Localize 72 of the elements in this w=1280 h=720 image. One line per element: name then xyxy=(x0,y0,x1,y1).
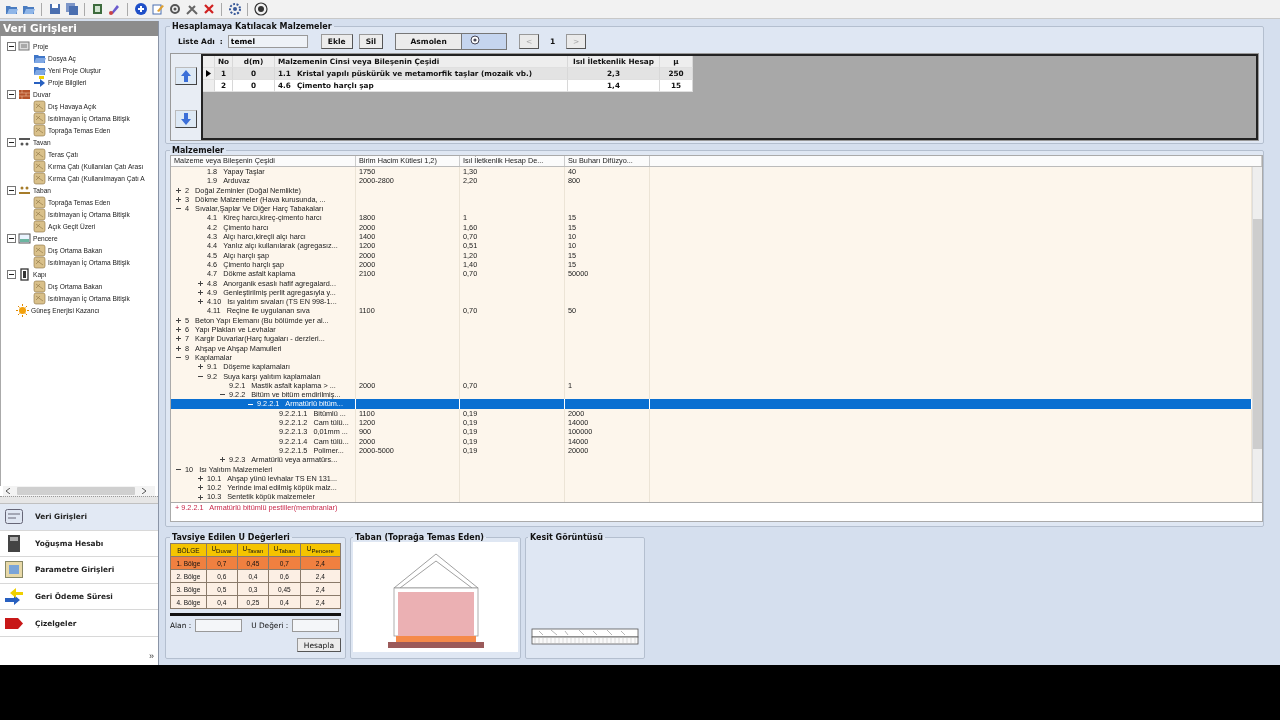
splitter-handle[interactable] xyxy=(0,496,158,503)
plus-icon[interactable] xyxy=(175,335,182,343)
tile-icon xyxy=(33,171,46,185)
brick-wall-icon xyxy=(18,87,31,101)
group-title: Tavsiye Edilen U Değerleri xyxy=(171,533,291,542)
tile-icon xyxy=(33,147,46,161)
sun-icon xyxy=(16,303,29,317)
u-value-field[interactable] xyxy=(292,619,340,632)
tile-icon xyxy=(33,279,46,293)
group-title: Malzemeler xyxy=(171,146,226,155)
tile-icon xyxy=(33,195,46,209)
move-up-button[interactable] xyxy=(175,66,197,85)
collapse-icon[interactable] xyxy=(7,137,16,147)
plus-icon[interactable] xyxy=(197,363,204,371)
collapse-icon[interactable] xyxy=(7,233,16,243)
plus-icon[interactable] xyxy=(219,456,226,464)
collapse-icon[interactable] xyxy=(7,269,16,279)
tile-icon xyxy=(33,291,46,305)
add-icon xyxy=(133,2,148,16)
tile-icon xyxy=(33,243,46,257)
calculator-icon xyxy=(5,534,23,552)
arrow-icon xyxy=(33,75,46,89)
plus-icon[interactable] xyxy=(175,326,182,334)
scrollbar[interactable] xyxy=(1252,167,1262,502)
tile-icon xyxy=(33,99,46,113)
collapse-icon[interactable] xyxy=(7,41,16,51)
scroll-left-icon xyxy=(6,488,10,494)
door-icon xyxy=(18,267,31,281)
plus-icon[interactable] xyxy=(197,493,204,501)
save-button[interactable] xyxy=(47,1,62,17)
up-arrow-icon xyxy=(179,68,193,83)
scrollbar[interactable] xyxy=(3,486,155,496)
area-field[interactable] xyxy=(195,619,243,632)
add-button[interactable] xyxy=(133,1,148,17)
edit-icon xyxy=(150,2,165,16)
tile-icon xyxy=(33,111,46,125)
card-icon xyxy=(5,508,23,526)
plus-icon[interactable] xyxy=(197,484,204,492)
arrows-icon xyxy=(5,588,23,606)
tile-icon xyxy=(33,207,46,221)
tile-icon xyxy=(33,255,46,269)
plus-icon[interactable] xyxy=(197,474,204,482)
brush-icon xyxy=(107,2,122,16)
group-title: Taban (Toprağa Temas Eden) xyxy=(354,533,486,542)
plus-icon[interactable] xyxy=(197,298,204,306)
close-icon xyxy=(201,2,216,16)
move-down-button[interactable] xyxy=(175,109,197,128)
collapse-icon[interactable] xyxy=(7,185,16,195)
plus-icon[interactable] xyxy=(197,289,204,296)
tile-icon xyxy=(33,123,46,137)
tile-icon xyxy=(33,219,46,233)
group-title: Hesaplamaya Katılacak Malzemeler xyxy=(171,22,333,31)
row-pointer-icon xyxy=(206,70,211,77)
panel-title: Veri Girişleri xyxy=(0,21,158,36)
save-icon xyxy=(64,2,79,16)
down-arrow-icon xyxy=(179,111,193,126)
tile-icon xyxy=(33,159,46,173)
plus-icon[interactable] xyxy=(197,279,204,287)
target-icon xyxy=(253,2,268,16)
save-icon xyxy=(47,2,62,16)
target-button[interactable] xyxy=(253,1,268,17)
collapse-icon[interactable] xyxy=(7,89,16,99)
more-button[interactable]: » xyxy=(149,652,154,661)
window-icon xyxy=(18,231,31,245)
window-icon xyxy=(5,561,23,579)
group-title: Kesit Görüntüsü xyxy=(529,533,604,542)
plus-icon[interactable] xyxy=(175,344,182,352)
save-button[interactable] xyxy=(64,1,79,17)
scroll-right-icon xyxy=(142,488,146,494)
plus-icon[interactable] xyxy=(175,316,182,324)
plus-icon[interactable] xyxy=(175,196,182,204)
plus-icon[interactable] xyxy=(175,186,182,194)
